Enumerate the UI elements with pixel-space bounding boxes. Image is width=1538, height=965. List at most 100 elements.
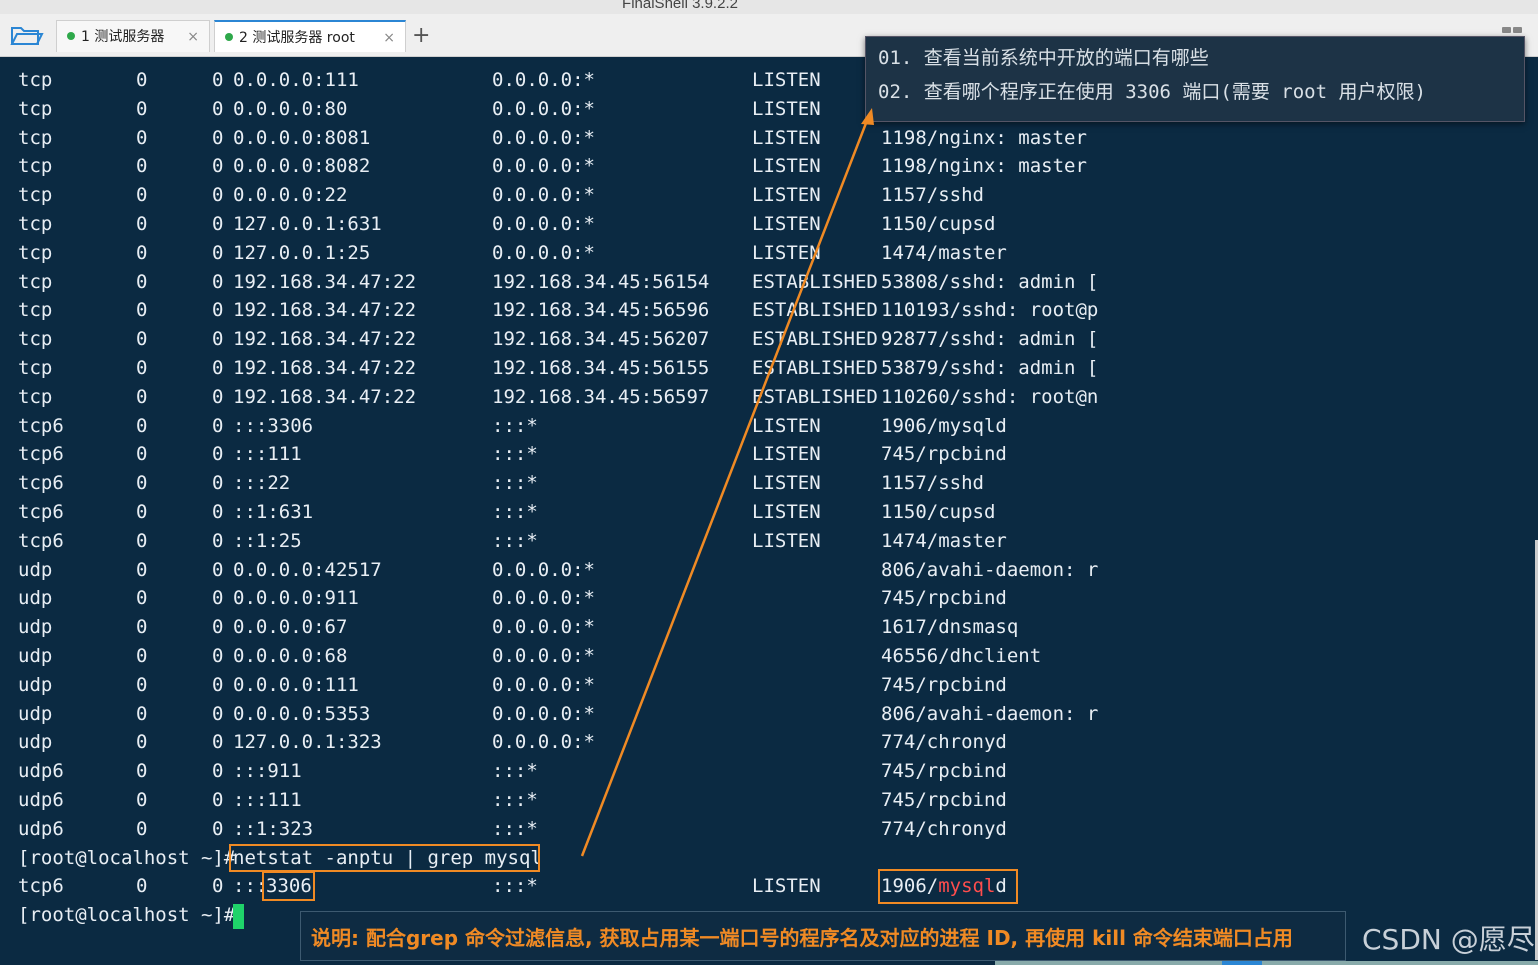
recv-q-cell: 0: [136, 155, 148, 178]
status-strip: [995, 961, 1538, 965]
state-cell: LISTEN: [752, 443, 821, 466]
connected-status-icon: [67, 32, 75, 40]
state-cell: LISTEN: [752, 875, 821, 898]
recv-q-cell: 0: [136, 299, 148, 322]
proto-cell: tcp: [18, 213, 53, 235]
callout-line-1: 01. 查看当前系统中开放的端口有哪些: [878, 47, 1209, 69]
netstat-row: tcp 0 0 192.168.34.47:22 192.168.34.45:56155…: [0, 354, 1200, 383]
connected-status-icon: [225, 33, 233, 41]
foreign-address-cell: 0.0.0.0:*: [492, 731, 595, 754]
send-q-cell: 0: [212, 645, 224, 667]
send-q-cell: 0: [212, 558, 224, 581]
foreign-address-cell: 0.0.0.0:*: [492, 241, 595, 264]
foreign-address-cell: 192.168.34.45:56596: [492, 299, 710, 322]
state-cell: LISTEN: [752, 414, 821, 437]
program-cell: 806/avahi-daemon: r: [881, 702, 1099, 725]
proto-cell: udp6: [18, 789, 64, 811]
netstat-row: udp6 0 0:::911:::* 745/rpcbind: [0, 757, 1200, 786]
program-cell: 110260/sshd: root@n: [881, 385, 1099, 408]
command-line[interactable]: [root@localhost ~]# netstat -anptu | grep…: [0, 843, 1200, 873]
recv-q-cell: 0: [136, 645, 148, 667]
local-address-cell: ::1:631: [233, 501, 314, 523]
foreign-address-cell: 0.0.0.0:*: [492, 213, 595, 235]
local-address-cell: 0.0.0.0:111: [233, 69, 359, 91]
recv-q-cell: 0: [136, 357, 148, 379]
program-cell: 745/rpcbind: [881, 673, 1007, 696]
send-q-cell: 0: [212, 587, 224, 610]
recv-q-cell: 0: [136, 817, 148, 840]
tab-label: 1 测试服务器: [81, 29, 165, 45]
close-icon[interactable]: ×: [383, 22, 395, 54]
netstat-row: udp 0 0 0.0.0.0:42517 0.0.0.0:* 806/avahi-dae…: [0, 556, 1200, 585]
send-q-cell: 0: [212, 126, 224, 149]
state-cell: ESTABLISHED: [752, 328, 878, 351]
foreign-address-cell: 0.0.0.0:*: [492, 673, 595, 696]
program-cell: 110193/sshd: root@p: [881, 299, 1099, 322]
netstat-row: tcp6 0 0::1:25:::* LISTEN 1474/master: [0, 527, 1200, 556]
command-highlight-box: [229, 843, 540, 872]
foreign-address-cell: 0.0.0.0:*: [492, 558, 595, 581]
foreign-address-cell: :::*: [492, 472, 538, 495]
netstat-row: tcp6 0 0::1:631:::* LISTEN 1150/cupsd: [0, 498, 1200, 527]
send-q-cell: 0: [212, 69, 224, 91]
send-q-cell: 0: [212, 241, 224, 264]
port-highlight-box: [262, 871, 315, 902]
netstat-row: udp 0 0 0.0.0.0:111 0.0.0.0:* 745/rpcbind: [0, 671, 1200, 700]
status-strip-indicator: [1222, 961, 1262, 965]
send-q-cell: 0: [212, 357, 224, 379]
foreign-address-cell: 0.0.0.0:*: [492, 97, 595, 120]
recv-q-cell: 0: [136, 126, 148, 149]
foreign-address-cell: 0.0.0.0:*: [492, 645, 595, 667]
local-address-cell: 192.168.34.47:22: [233, 270, 417, 293]
netstat-row: tcp 0 0 192.168.34.47:22 192.168.34.45:56596…: [0, 296, 1200, 325]
folder-icon[interactable]: [8, 22, 44, 48]
netstat-row: udp 0 0 0.0.0.0:67 0.0.0.0:* 1617/dnsmasq: [0, 613, 1200, 642]
proto-cell: tcp: [18, 155, 53, 178]
local-address-cell: 0.0.0.0:911: [233, 587, 359, 610]
send-q-cell: 0: [212, 702, 224, 725]
state-cell: ESTABLISHED: [752, 357, 878, 379]
program-cell: 1198/nginx: master: [881, 126, 1087, 149]
terminal-output[interactable]: tcp 0 0 0.0.0.0:111 0.0.0.0:* LISTEN tcp 0 0 0.0.…: [0, 56, 1538, 965]
program-cell: 745/rpcbind: [881, 443, 1007, 466]
state-cell: LISTEN: [752, 501, 821, 523]
local-address-cell: :::111: [233, 443, 302, 466]
proto-cell: tcp6: [18, 501, 64, 523]
tab-server-1[interactable]: 1 测试服务器 ×: [56, 20, 210, 52]
netstat-row: udp6 0 0::1:323:::* 774/chronyd: [0, 815, 1200, 844]
local-address-cell: 0.0.0.0:22: [233, 184, 348, 207]
proto-cell: tcp: [18, 126, 53, 149]
program-cell: 745/rpcbind: [881, 760, 1007, 783]
proto-cell: tcp6: [18, 875, 64, 898]
program-cell: 1198/nginx: master: [881, 155, 1087, 178]
local-address-cell: 0.0.0.0:8082: [233, 155, 371, 178]
local-address-cell: 192.168.34.47:22: [233, 328, 417, 351]
program-cell: 774/chronyd: [881, 817, 1007, 840]
tab-server-2[interactable]: 2 测试服务器 root ×: [214, 20, 406, 52]
proto-cell: udp6: [18, 817, 64, 840]
add-tab-button[interactable]: +: [412, 21, 430, 51]
program-cell: 1617/dnsmasq: [881, 616, 1019, 639]
proto-cell: tcp: [18, 69, 53, 91]
foreign-address-cell: :::*: [492, 414, 538, 437]
program-cell: 53808/sshd: admin [: [881, 270, 1099, 293]
send-q-cell: 0: [212, 673, 224, 696]
local-address-cell: :::22: [233, 472, 291, 495]
foreign-address-cell: 192.168.34.45:56207: [492, 328, 710, 351]
recv-q-cell: 0: [136, 328, 148, 351]
callout-line-2: 02. 查看哪个程序正在使用 3306 端口(需要 root 用户权限): [878, 81, 1426, 103]
send-q-cell: 0: [212, 414, 224, 437]
local-address-cell: 127.0.0.1:631: [233, 213, 382, 235]
send-q-cell: 0: [212, 529, 224, 552]
close-icon[interactable]: ×: [187, 21, 199, 53]
foreign-address-cell: 0.0.0.0:*: [492, 69, 595, 91]
local-address-cell: :::911: [233, 760, 302, 783]
recv-q-cell: 0: [136, 472, 148, 495]
send-q-cell: 0: [212, 385, 224, 408]
send-q-cell: 0: [212, 760, 224, 783]
program-highlight-box: [878, 869, 1018, 905]
send-q-cell: 0: [212, 616, 224, 639]
proto-cell: udp: [18, 702, 53, 725]
foreign-address-cell: :::*: [492, 789, 538, 811]
recv-q-cell: 0: [136, 501, 148, 523]
